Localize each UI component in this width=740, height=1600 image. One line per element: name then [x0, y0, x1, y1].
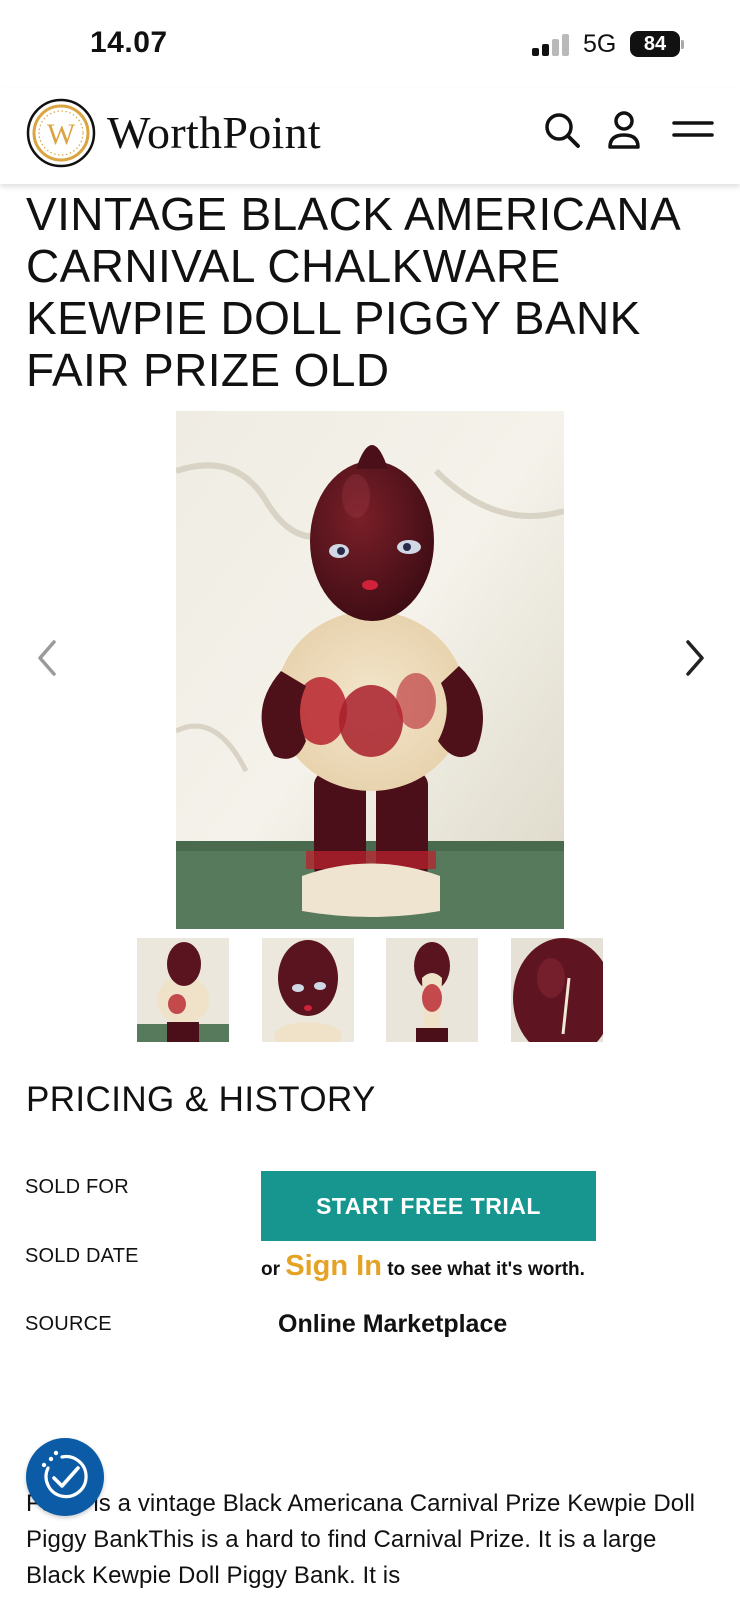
gallery-thumbnail-1[interactable] [137, 938, 229, 1042]
sign-in-link[interactable]: Sign In [285, 1250, 382, 1282]
description-text: ale is a vintage Black Americana Carniva… [26, 1490, 696, 1589]
product-description: Foale is a vintage Black Americana Carni… [26, 1486, 716, 1594]
worthpoint-logo-icon[interactable]: W [26, 98, 96, 168]
pricing-history-heading: PRICING & HISTORY [26, 1080, 376, 1119]
accessibility-badge-icon[interactable] [26, 1438, 104, 1516]
source-value: Online Marketplace [278, 1310, 508, 1338]
site-header: W WorthPoint [0, 88, 740, 184]
signin-suffix: to see what it's worth. [387, 1259, 585, 1280]
source-label: SOURCE [25, 1313, 112, 1335]
account-icon[interactable] [602, 108, 646, 152]
product-title: VINTAGE BLACK AMERICANA CARNIVAL CHALKWA… [26, 188, 679, 396]
chevron-right-icon[interactable] [676, 636, 712, 680]
sold-for-label: SOLD FOR [25, 1176, 129, 1198]
signin-prompt: or Sign In to see what it's worth. [261, 1250, 601, 1283]
start-free-trial-button[interactable]: START FREE TRIAL [261, 1171, 596, 1241]
network-type: 5G [583, 30, 617, 58]
product-main-image[interactable] [176, 411, 564, 929]
status-bar: 14.07 5G 84 [0, 0, 740, 88]
gallery-thumbnail-3[interactable] [386, 938, 478, 1042]
site-logo-text[interactable]: WorthPoint [107, 106, 321, 159]
sold-date-label: SOLD DATE [25, 1245, 139, 1267]
status-time: 14.07 [90, 26, 168, 59]
gallery-thumbnail-4[interactable] [511, 938, 603, 1042]
gallery-thumbnail-2[interactable] [262, 938, 354, 1042]
chevron-left-icon[interactable] [30, 636, 66, 680]
battery-icon [681, 40, 684, 49]
search-icon[interactable] [540, 108, 584, 152]
cellular-signal-icon [532, 34, 572, 56]
signin-prefix: or [261, 1259, 280, 1280]
menu-icon[interactable] [671, 108, 715, 152]
battery-level: 84 [630, 31, 680, 57]
svg-text:W: W [47, 118, 76, 151]
